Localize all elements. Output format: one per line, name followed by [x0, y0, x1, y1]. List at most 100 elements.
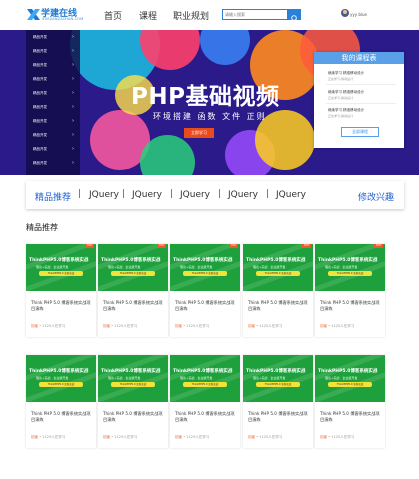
category-item[interactable]: 精品开发 — [33, 91, 47, 96]
all-courses-button[interactable]: 全部课程 — [341, 127, 379, 137]
course-title[interactable]: Think PHP 5.0 博客系统实战项目演练 — [320, 411, 382, 423]
course-card[interactable]: ThinkPHP5.0博客系统实战 理论+实战 · 企业级开发 ThinkPHP5.… — [170, 355, 240, 448]
category-item[interactable]: 精品开发 — [33, 147, 47, 152]
thumbnail-banner: ThinkPHP5.0 全新实战 — [39, 382, 83, 387]
interest-category-bar: 精品推荐 | JQuery | JQuery | JQuery | JQuery… — [26, 181, 404, 209]
divider — [326, 103, 396, 104]
course-card[interactable]: HOT ThinkPHP5.0博客系统实战 理论+实战 · 企业级开发 ThinkPH… — [243, 244, 313, 337]
course-thumbnail[interactable]: ThinkPHP5.0博客系统实战 理论+实战 · 企业级开发 ThinkPHP5.… — [170, 355, 240, 402]
course-meta: 初级 • 1125人在学习 — [31, 435, 65, 440]
thumbnail-subtitle: 理论+实战 · 企业级开发 — [253, 265, 286, 269]
thumbnail-banner: ThinkPHP5.0 全新实战 — [111, 382, 155, 387]
category-item[interactable]: 精品开发 — [33, 119, 47, 124]
hot-badge: HOT — [229, 244, 238, 248]
thumbnail-banner: ThinkPHP5.0 全新实战 — [183, 271, 227, 276]
course-card[interactable]: ThinkPHP5.0博客系统实战 理论+实战 · 企业级开发 ThinkPHP5.… — [243, 355, 313, 448]
chevron-right-icon: › — [72, 62, 74, 68]
learners-count: • 1125人在学习 — [110, 324, 138, 328]
level-tag: 初级 — [31, 324, 38, 328]
user-avatar[interactable] — [341, 9, 349, 17]
learners-count: • 1125人在学习 — [38, 435, 66, 439]
my-course-sub: 正在学习-移动设计 — [328, 77, 354, 81]
course-thumbnail[interactable]: ThinkPHP5.0博客系统实战 理论+实战 · 企业级开发 ThinkPHP5.… — [98, 355, 168, 402]
learners-count: • 1125人在学习 — [327, 435, 355, 439]
course-card[interactable]: HOT ThinkPHP5.0博客系统实战 理论+实战 · 企业级开发 ThinkPH… — [315, 244, 385, 337]
thumbnail-title: ThinkPHP5.0博客系统实战 — [318, 369, 378, 374]
course-thumbnail[interactable]: HOT ThinkPHP5.0博客系统实战 理论+实战 · 企业级开发 ThinkPH… — [315, 244, 385, 291]
course-title[interactable]: Think PHP 5.0 博客系统实战项目演练 — [248, 411, 310, 423]
course-meta: 初级 • 1125人在学习 — [31, 324, 65, 329]
course-card[interactable]: HOT ThinkPHP5.0博客系统实战 理论+实战 · 企业级开发 ThinkPH… — [26, 244, 96, 337]
course-title[interactable]: Think PHP 5.0 博客系统实战项目演练 — [103, 411, 165, 423]
category-tab[interactable]: JQuery — [132, 190, 162, 200]
banner-category-menu: 精品开发 精品开发 精品开发 精品开发 精品开发 精品开发 精品开发 精品开发 … — [26, 30, 80, 175]
my-course-sub: 正在学习-移动设计 — [328, 114, 354, 118]
course-thumbnail[interactable]: HOT ThinkPHP5.0博客系统实战 理论+实战 · 企业级开发 ThinkPH… — [243, 244, 313, 291]
category-item[interactable]: 精品开发 — [33, 161, 47, 166]
my-courses-title: 我的课程表 — [314, 52, 404, 64]
course-thumbnail[interactable]: ThinkPHP5.0博客系统实战 理论+实战 · 企业级开发 ThinkPHP5.… — [26, 355, 96, 402]
my-course-title: 继续学习 精准移动设计 — [328, 90, 365, 94]
category-item[interactable]: 精品开发 — [33, 63, 47, 68]
course-meta: 初级 • 1125人在学习 — [175, 324, 209, 329]
course-meta: 初级 • 1125人在学习 — [175, 435, 209, 440]
search-button[interactable] — [288, 9, 301, 22]
course-card[interactable]: ThinkPHP5.0博客系统实战 理论+实战 · 企业级开发 ThinkPHP5.… — [315, 355, 385, 448]
category-item[interactable]: 精品开发 — [33, 35, 47, 40]
course-title[interactable]: Think PHP 5.0 博客系统实战项目演练 — [175, 300, 237, 312]
course-title[interactable]: Think PHP 5.0 博客系统实战项目演练 — [175, 411, 237, 423]
banner-decoration — [200, 30, 250, 65]
course-title[interactable]: Think PHP 5.0 博客系统实战项目演练 — [31, 300, 93, 312]
category-item[interactable]: 精品开发 — [33, 105, 47, 110]
category-tab[interactable]: JQuery — [180, 190, 210, 200]
category-tab[interactable]: JQuery — [276, 190, 306, 200]
course-thumbnail[interactable]: ThinkPHP5.0博客系统实战 理论+实战 · 企业级开发 ThinkPHP5.… — [315, 355, 385, 402]
level-tag: 初级 — [320, 435, 327, 439]
chevron-right-icon: › — [72, 132, 74, 138]
search-input[interactable]: 请输入搜索 — [222, 9, 288, 20]
level-tag: 初级 — [248, 324, 255, 328]
category-item[interactable]: 精品开发 — [33, 133, 47, 138]
nav-home[interactable]: 首页 — [104, 9, 122, 22]
course-thumbnail[interactable]: HOT ThinkPHP5.0博客系统实战 理论+实战 · 企业级开发 ThinkPH… — [170, 244, 240, 291]
edit-interest-link[interactable]: 修改兴趣 — [358, 190, 394, 203]
chevron-right-icon: › — [72, 118, 74, 124]
thumbnail-title: ThinkPHP5.0博客系统实战 — [173, 258, 233, 263]
learners-count: • 1125人在学习 — [255, 324, 283, 328]
my-course-item[interactable]: 继续学习 精准移动设计 正在学习-移动设计 — [328, 108, 398, 118]
username[interactable]: yyy blue — [350, 12, 367, 17]
category-item[interactable]: 精品开发 — [33, 49, 47, 54]
course-thumbnail[interactable]: ThinkPHP5.0博客系统实战 理论+实战 · 企业级开发 ThinkPHP5.… — [243, 355, 313, 402]
site-logo[interactable]: 学建在线 XUEJIANZAIXIAN.COM — [26, 6, 86, 24]
my-course-item[interactable]: 继续学习 精准移动设计 正在学习-移动设计 — [328, 90, 398, 100]
level-tag: 初级 — [103, 324, 110, 328]
course-card[interactable]: ThinkPHP5.0博客系统实战 理论+实战 · 企业级开发 ThinkPHP5.… — [26, 355, 96, 448]
my-course-item[interactable]: 继续学习 精准移动设计 正在学习-移动设计 — [328, 71, 398, 81]
course-title[interactable]: Think PHP 5.0 博客系统实战项目演练 — [31, 411, 93, 423]
thumbnail-banner: ThinkPHP5.0 全新实战 — [256, 271, 300, 276]
course-meta: 初级 • 1125人在学习 — [248, 435, 282, 440]
banner-learn-button[interactable]: 立即学习 — [184, 128, 214, 138]
course-thumbnail[interactable]: HOT ThinkPHP5.0博客系统实战 理论+实战 · 企业级开发 ThinkPH… — [98, 244, 168, 291]
chevron-right-icon: › — [72, 160, 74, 166]
thumbnail-banner: ThinkPHP5.0 全新实战 — [328, 271, 372, 276]
course-title[interactable]: Think PHP 5.0 博客系统实战项目演练 — [103, 300, 165, 312]
course-thumbnail[interactable]: HOT ThinkPHP5.0博客系统实战 理论+实战 · 企业级开发 ThinkPH… — [26, 244, 96, 291]
course-meta: 初级 • 1125人在学习 — [320, 435, 354, 440]
category-tab[interactable]: JQuery — [228, 190, 258, 200]
category-item[interactable]: 精品开发 — [33, 77, 47, 82]
hot-badge: HOT — [157, 244, 166, 248]
course-title[interactable]: Think PHP 5.0 博客系统实战项目演练 — [248, 300, 310, 312]
learners-count: • 1125人在学习 — [110, 435, 138, 439]
nav-career[interactable]: 职业规划 — [173, 9, 209, 22]
thumbnail-subtitle: 理论+实战 · 企业级开发 — [325, 265, 358, 269]
category-tab-featured[interactable]: 精品推荐 — [35, 190, 71, 203]
course-card[interactable]: HOT ThinkPHP5.0博客系统实战 理论+实战 · 企业级开发 ThinkPH… — [170, 244, 240, 337]
nav-courses[interactable]: 课程 — [139, 9, 157, 22]
course-title[interactable]: Think PHP 5.0 博客系统实战项目演练 — [320, 300, 382, 312]
category-tab[interactable]: JQuery — [89, 190, 119, 200]
logo-x-icon — [27, 9, 40, 20]
course-card[interactable]: ThinkPHP5.0博客系统实战 理论+实战 · 企业级开发 ThinkPHP5.… — [98, 355, 168, 448]
thumbnail-title: ThinkPHP5.0博客系统实战 — [246, 369, 306, 374]
course-card[interactable]: HOT ThinkPHP5.0博客系统实战 理论+实战 · 企业级开发 ThinkPH… — [98, 244, 168, 337]
